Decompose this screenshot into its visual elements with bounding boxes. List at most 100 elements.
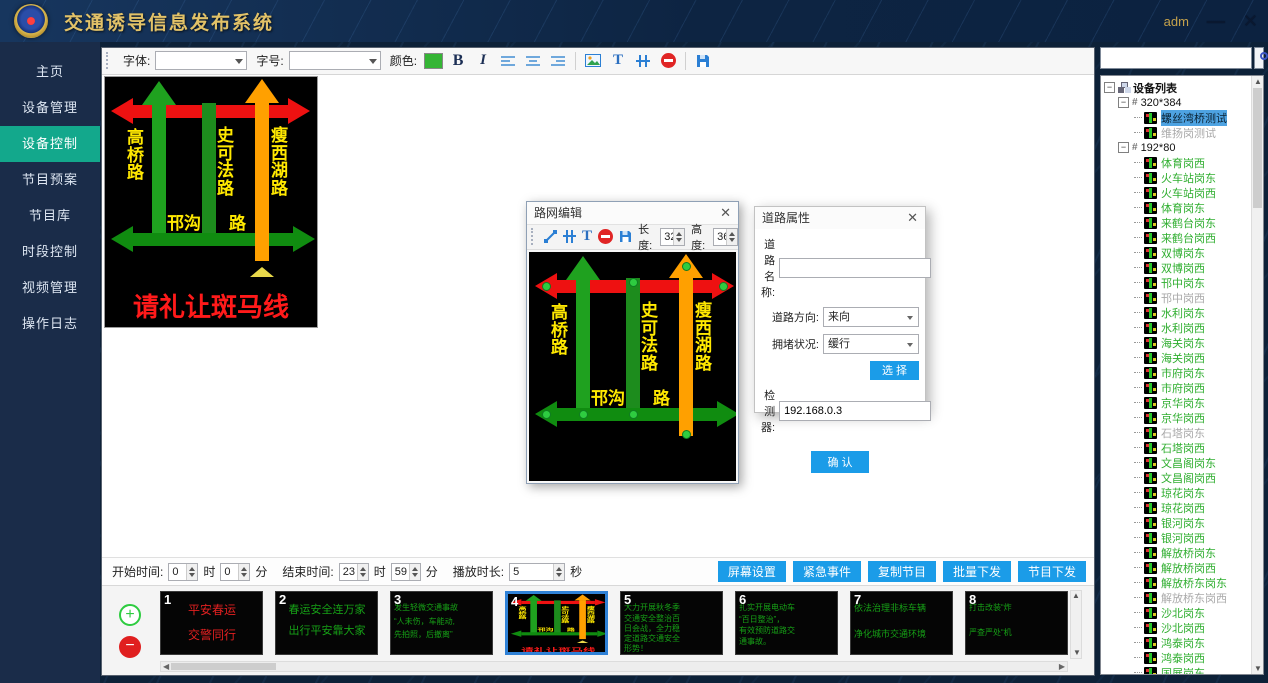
text-tool-button[interactable]: T	[582, 227, 592, 247]
tree-device-item[interactable]: 来鹤台岗西	[1104, 230, 1263, 245]
action-button[interactable]: 批量下发	[943, 561, 1011, 582]
road-name-input[interactable]	[779, 258, 931, 278]
spinner-arrows[interactable]	[726, 229, 737, 245]
edit-handle[interactable]	[719, 282, 728, 291]
tree-group[interactable]: −#192*80	[1104, 140, 1263, 155]
line-tool-button[interactable]	[544, 227, 557, 247]
program-thumb[interactable]: 5大力开展秋冬季交通安全整治百日会战，全力稳定道路交通安全形势！	[620, 591, 723, 655]
sidebar-item[interactable]: 节目预案	[0, 162, 100, 198]
tree-device-item[interactable]: 维扬岗测试	[1104, 125, 1263, 140]
insert-image-button[interactable]	[583, 51, 603, 71]
tree-device-item[interactable]: 解放桥岗东	[1104, 545, 1263, 560]
tree-device-item[interactable]: 京华岗东	[1104, 395, 1263, 410]
start-hour-spinner[interactable]: 0	[168, 563, 198, 581]
tree-device-item[interactable]: 解放桥岗西	[1104, 560, 1263, 575]
program-thumb[interactable]: 3发生轻微交通事故“人未伤，车能动,先拍照，后撤离”	[390, 591, 493, 655]
edit-handle[interactable]	[629, 410, 638, 419]
italic-button[interactable]: I	[473, 51, 493, 71]
save-tool-button[interactable]	[619, 227, 632, 247]
scrollbar-thumb[interactable]	[171, 663, 276, 670]
program-thumb[interactable]: 6扎实开展电动车“百日整治”，有效预防道路交通事故。	[735, 591, 838, 655]
tree-device-item[interactable]: 石塔岗西	[1104, 440, 1263, 455]
insert-road-button[interactable]	[633, 51, 653, 71]
spinner-arrows[interactable]	[357, 564, 368, 580]
program-thumb[interactable]: 1平安春运交警同行	[160, 591, 263, 655]
action-button[interactable]: 紧急事件	[793, 561, 861, 582]
tree-device-item[interactable]: 京华岗西	[1104, 410, 1263, 425]
tree-device-item[interactable]: 体育岗东	[1104, 200, 1263, 215]
roadnet-canvas[interactable]: 高 桥 路史 可 法 路瘦 西 湖 路邗沟路	[529, 252, 736, 481]
length-spinner[interactable]: 320	[660, 228, 685, 246]
select-detector-button[interactable]: 选 择	[870, 361, 919, 380]
tree-device-item[interactable]: 银河岗西	[1104, 530, 1263, 545]
detector-input[interactable]	[779, 401, 931, 421]
sidebar-item[interactable]: 视频管理	[0, 270, 100, 306]
spinner-arrows[interactable]	[186, 564, 197, 580]
tree-device-item[interactable]: 解放桥东岗东	[1104, 575, 1263, 590]
program-thumb[interactable]: 4高 桥 路史 可 法 路瘦 西 湖 路邗沟路请礼让斑马线	[505, 591, 608, 655]
tree-device-item[interactable]: 火车站岗东	[1104, 170, 1263, 185]
edit-handle[interactable]	[629, 278, 638, 287]
vertical-scrollbar[interactable]: ▲ ▼	[1070, 590, 1082, 659]
confirm-button[interactable]: 确 认	[811, 451, 868, 473]
tree-device-item[interactable]: 双博岗东	[1104, 245, 1263, 260]
tree-device-item[interactable]: 鸿泰岗东	[1104, 635, 1263, 650]
end-hour-spinner[interactable]: 23	[339, 563, 369, 581]
scroll-right-icon[interactable]: ▶	[1059, 663, 1065, 671]
tree-device-item[interactable]: 琼花岗西	[1104, 500, 1263, 515]
tree-device-item[interactable]: 文昌阁岗东	[1104, 455, 1263, 470]
insert-text-button[interactable]: T	[608, 51, 628, 71]
spinner-arrows[interactable]	[409, 564, 420, 580]
road-sign-canvas[interactable]: 高 桥 路史 可 法 路瘦 西 湖 路邗沟路	[529, 252, 736, 481]
scroll-down-icon[interactable]: ▼	[1254, 664, 1262, 673]
scroll-up-icon[interactable]: ▲	[1071, 591, 1081, 601]
start-minute-spinner[interactable]: 0	[220, 563, 250, 581]
scroll-up-icon[interactable]: ▲	[1254, 77, 1262, 86]
tree-device-item[interactable]: 双博岗西	[1104, 260, 1263, 275]
tree-device-item[interactable]: 海关岗东	[1104, 335, 1263, 350]
tree-device-item[interactable]: 文昌阁岗西	[1104, 470, 1263, 485]
tree-device-item[interactable]: 沙北岗西	[1104, 620, 1263, 635]
tree-device-item[interactable]: 邗中岗西	[1104, 290, 1263, 305]
sidebar-item[interactable]: 设备管理	[0, 90, 100, 126]
save-button[interactable]	[693, 51, 713, 71]
horizontal-scrollbar[interactable]: ◀ ▶	[160, 661, 1068, 672]
delete-button[interactable]	[658, 51, 678, 71]
device-search-input[interactable]	[1100, 47, 1252, 69]
program-thumb[interactable]: 8打击改装“炸严查严处“机	[965, 591, 1068, 655]
end-minute-spinner[interactable]: 59	[391, 563, 421, 581]
close-icon[interactable]: ✕	[720, 205, 731, 221]
tree-device-item[interactable]: 国展岗东	[1104, 665, 1263, 675]
font-select[interactable]	[155, 51, 247, 70]
action-button[interactable]: 复制节目	[868, 561, 936, 582]
expander-icon[interactable]: −	[1118, 142, 1129, 153]
delete-tool-button[interactable]	[598, 227, 613, 247]
tree-device-item[interactable]: 火车站岗西	[1104, 185, 1263, 200]
sidebar-item[interactable]: 操作日志	[0, 306, 100, 342]
tree-group[interactable]: −#320*384	[1104, 95, 1263, 110]
scroll-down-icon[interactable]: ▼	[1073, 648, 1081, 658]
edit-handle[interactable]	[682, 430, 691, 439]
tree-device-item[interactable]: 螺丝湾桥测试	[1104, 110, 1263, 125]
tree-device-item[interactable]: 银河岗东	[1104, 515, 1263, 530]
tree-root[interactable]: −设备列表	[1104, 80, 1263, 95]
tree-device-item[interactable]: 琼花岗东	[1104, 485, 1263, 500]
props-dialog-titlebar[interactable]: 道路属性 ✕	[755, 207, 925, 229]
spinner-arrows[interactable]	[673, 229, 684, 245]
spinner-arrows[interactable]	[553, 564, 564, 580]
tree-device-item[interactable]: 解放桥东岗西	[1104, 590, 1263, 605]
tree-device-item[interactable]: 邗中岗东	[1104, 275, 1263, 290]
tree-device-item[interactable]: 海关岗西	[1104, 350, 1263, 365]
expander-icon[interactable]: −	[1104, 82, 1115, 93]
sidebar-item[interactable]: 设备控制	[0, 126, 100, 162]
spinner-arrows[interactable]	[238, 564, 249, 580]
edit-handle[interactable]	[579, 410, 588, 419]
align-center-button[interactable]	[523, 51, 543, 71]
tree-device-item[interactable]: 鸿泰岗西	[1104, 650, 1263, 665]
edit-handle[interactable]	[682, 262, 691, 271]
tree-device-item[interactable]: 水利岗东	[1104, 305, 1263, 320]
color-swatch[interactable]	[424, 53, 443, 69]
action-button[interactable]: 节目下发	[1018, 561, 1086, 582]
expander-icon[interactable]: −	[1118, 97, 1129, 108]
road-tool-button[interactable]	[563, 227, 576, 247]
